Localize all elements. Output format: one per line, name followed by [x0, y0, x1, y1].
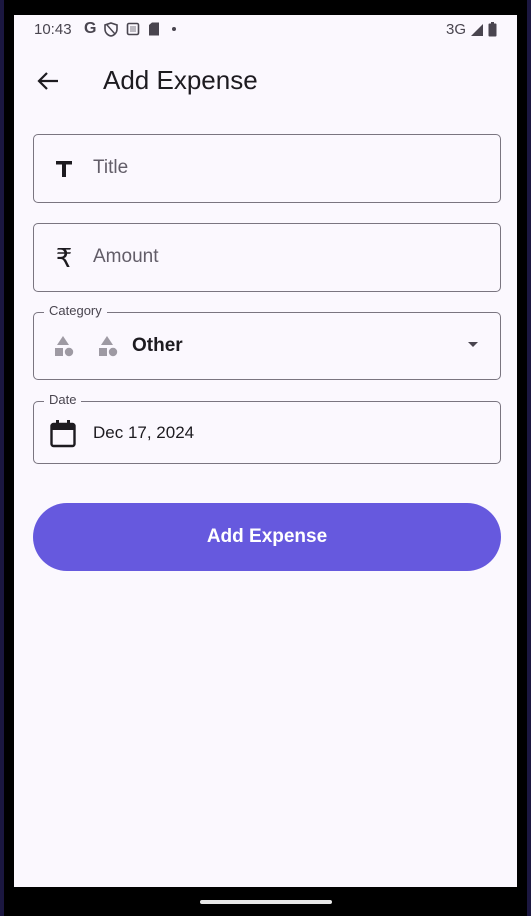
- category-value: Other: [132, 335, 183, 356]
- dropdown-arrow-icon: [468, 342, 478, 347]
- title-text-icon: [50, 155, 78, 183]
- dot-icon: [172, 27, 177, 31]
- back-button[interactable]: [30, 63, 66, 99]
- app-bar: Add Expense: [14, 53, 517, 109]
- screenshot-icon: [127, 22, 140, 36]
- home-indicator[interactable]: [200, 900, 332, 904]
- status-icons-right: 3G: [446, 21, 497, 38]
- sim-card-icon: [149, 22, 160, 36]
- date-field[interactable]: Date Dec 17, 2024: [33, 392, 501, 464]
- add-expense-button[interactable]: Add Expense: [33, 503, 501, 571]
- google-icon: G: [84, 20, 97, 37]
- app-screen: 10:43 G 3G Add Expense Title ₹ Amount Ca…: [14, 15, 517, 887]
- battery-icon: [488, 22, 497, 37]
- category-shapes-icon: [99, 336, 118, 357]
- amount-input[interactable]: [93, 246, 473, 268]
- network-type: 3G: [445, 21, 466, 38]
- category-shapes-icon: [55, 336, 74, 357]
- navigation-bar: [14, 887, 517, 916]
- category-dropdown[interactable]: Category Other: [33, 303, 501, 380]
- arrow-back-icon: [37, 72, 58, 90]
- status-icons-left: G: [84, 20, 177, 38]
- page-title: Add Expense: [103, 65, 258, 95]
- signal-icon: [471, 23, 483, 36]
- status-bar: 10:43 G 3G: [14, 15, 517, 45]
- date-label: Date: [44, 392, 82, 407]
- shield-icon: [104, 21, 119, 37]
- calendar-icon: [50, 420, 76, 448]
- title-field[interactable]: [33, 134, 501, 203]
- title-input[interactable]: [93, 157, 473, 179]
- date-value: Dec 17, 2024: [93, 423, 195, 442]
- category-label: Category: [44, 303, 107, 318]
- status-time: 10:43: [34, 21, 72, 38]
- amount-field[interactable]: ₹: [33, 223, 501, 292]
- rupee-icon: ₹: [55, 242, 73, 273]
